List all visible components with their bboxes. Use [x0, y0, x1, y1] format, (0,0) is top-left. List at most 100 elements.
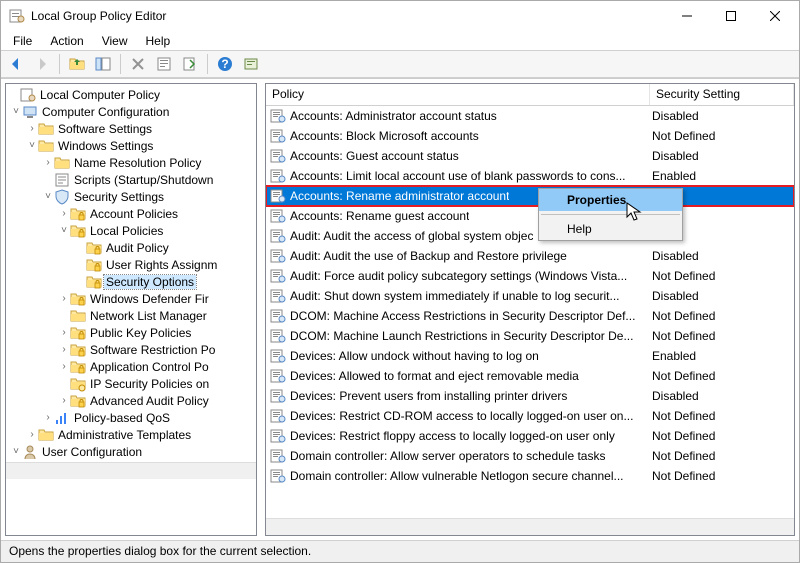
security-setting: Enabled — [652, 169, 696, 183]
folder-lock-icon — [86, 240, 102, 256]
show-hide-tree-button[interactable] — [92, 53, 114, 75]
tree-user-config[interactable]: ˅User Configuration — [6, 443, 256, 460]
tree-aap[interactable]: ›Advanced Audit Policy — [6, 392, 256, 409]
forward-button[interactable] — [31, 53, 53, 75]
up-button[interactable] — [66, 53, 88, 75]
list-row[interactable]: Accounts: Limit local account use of bla… — [266, 166, 794, 186]
list-row[interactable]: Accounts: Administrator account statusDi… — [266, 106, 794, 126]
tree-account-policies[interactable]: ›Account Policies — [6, 205, 256, 222]
tree-nrp[interactable]: ›Name Resolution Policy — [6, 154, 256, 171]
list-row[interactable]: Devices: Restrict floppy access to local… — [266, 426, 794, 446]
list-hscrollbar[interactable] — [266, 518, 794, 535]
tree-admin-templates[interactable]: ›Administrative Templates — [6, 426, 256, 443]
list-row[interactable]: Accounts: Rename guest account — [266, 206, 794, 226]
security-setting: Not Defined — [652, 269, 715, 283]
context-properties[interactable]: Properties — [539, 189, 682, 211]
close-button[interactable] — [753, 2, 797, 30]
list-row[interactable]: Accounts: Rename administrator accountat… — [266, 186, 794, 206]
statusbar: Opens the properties dialog box for the … — [1, 540, 799, 562]
tree-root[interactable]: Local Computer Policy — [6, 86, 256, 103]
list-row[interactable]: DCOM: Machine Launch Restrictions in Sec… — [266, 326, 794, 346]
maximize-button[interactable] — [709, 2, 753, 30]
policy-name: Audit: Shut down system immediately if u… — [290, 289, 620, 303]
list-row[interactable]: Accounts: Guest account statusDisabled — [266, 146, 794, 166]
policy-name: Devices: Restrict floppy access to local… — [290, 429, 615, 443]
tree-nlm[interactable]: Network List Manager — [6, 307, 256, 324]
tree-hscrollbar[interactable] — [6, 462, 256, 479]
menu-help[interactable]: Help — [138, 33, 179, 49]
folder-lock-icon — [86, 257, 102, 273]
list-row[interactable]: Devices: Restrict CD-ROM access to local… — [266, 406, 794, 426]
tree-computer-config[interactable]: ˅Computer Configuration — [6, 103, 256, 120]
list-header: Policy Security Setting — [266, 84, 794, 106]
tree-security-settings[interactable]: ˅Security Settings — [6, 188, 256, 205]
security-setting: Not Defined — [652, 409, 715, 423]
policy-item-icon — [270, 248, 286, 264]
tree-security-options[interactable]: Security Options — [6, 273, 256, 290]
back-button[interactable] — [5, 53, 27, 75]
policy-item-icon — [270, 148, 286, 164]
list-body[interactable]: Accounts: Administrator account status Di… — [266, 106, 794, 518]
properties-button[interactable] — [153, 53, 175, 75]
policy-item-icon — [270, 188, 286, 204]
list-row[interactable]: Accounts: Block Microsoft accountsNot De… — [266, 126, 794, 146]
list-row[interactable]: Audit: Audit the access of global system… — [266, 226, 794, 246]
tree-wdf[interactable]: ›Windows Defender Fir — [6, 290, 256, 307]
security-setting: Disabled — [652, 389, 699, 403]
list-row[interactable]: Devices: Allowed to format and eject rem… — [266, 366, 794, 386]
delete-button[interactable] — [127, 53, 149, 75]
policy-name: Accounts: Block Microsoft accounts — [290, 129, 479, 143]
security-setting: Not Defined — [652, 449, 715, 463]
folder-lock-icon — [70, 393, 86, 409]
tree-windows-settings[interactable]: ˅Windows Settings — [6, 137, 256, 154]
tree-acp[interactable]: ›Application Control Po — [6, 358, 256, 375]
tree-user-rights[interactable]: User Rights Assignm — [6, 256, 256, 273]
window: Local Group Policy Editor File Action Vi… — [0, 0, 800, 563]
tree-software-settings[interactable]: ›Software Settings — [6, 120, 256, 137]
tree-qos[interactable]: ›Policy-based QoS — [6, 409, 256, 426]
list-row[interactable]: Devices: Prevent users from installing p… — [266, 386, 794, 406]
tree-ipsec[interactable]: IP Security Policies on — [6, 375, 256, 392]
list-row[interactable]: Domain controller: Allow server operator… — [266, 446, 794, 466]
tree-scripts[interactable]: Scripts (Startup/Shutdown — [6, 171, 256, 188]
policy-item-icon — [270, 408, 286, 424]
list-row[interactable]: DCOM: Machine Access Restrictions in Sec… — [266, 306, 794, 326]
list-row[interactable]: Audit: Force audit policy subcategory se… — [266, 266, 794, 286]
policy-item-icon — [270, 108, 286, 124]
folder-lock-icon — [70, 291, 86, 307]
folder-lock-icon — [70, 359, 86, 375]
folder-icon — [70, 308, 86, 324]
tree-audit-policy[interactable]: Audit Policy — [6, 239, 256, 256]
policy-item-icon — [270, 368, 286, 384]
tree-pane[interactable]: Local Computer Policy ˅Computer Configur… — [5, 83, 257, 536]
policy-name: Accounts: Administrator account status — [290, 109, 497, 123]
qos-icon — [54, 410, 70, 426]
policy-name: Accounts: Guest account status — [290, 149, 459, 163]
list-row[interactable]: Domain controller: Allow vulnerable Netl… — [266, 466, 794, 486]
security-setting: Not Defined — [652, 329, 715, 343]
col-security-setting[interactable]: Security Setting — [650, 84, 794, 105]
export-button[interactable] — [179, 53, 201, 75]
minimize-button[interactable] — [665, 2, 709, 30]
tree-pkp[interactable]: ›Public Key Policies — [6, 324, 256, 341]
filter-button[interactable] — [240, 53, 262, 75]
policy-item-icon — [270, 388, 286, 404]
list-row[interactable]: Devices: Allow undock without having to … — [266, 346, 794, 366]
menu-file[interactable]: File — [5, 33, 40, 49]
list-row[interactable]: Audit: Shut down system immediately if u… — [266, 286, 794, 306]
policy-item-icon — [270, 308, 286, 324]
folder-icon — [38, 427, 54, 443]
menu-view[interactable]: View — [94, 33, 136, 49]
tree-srp[interactable]: ›Software Restriction Po — [6, 341, 256, 358]
folder-icon — [70, 376, 86, 392]
tree-local-policies[interactable]: ˅Local Policies — [6, 222, 256, 239]
help-button[interactable]: ? — [214, 53, 236, 75]
menu-action[interactable]: Action — [42, 33, 91, 49]
list-pane: Policy Security Setting Accounts: Admini… — [265, 83, 795, 536]
list-row[interactable]: Audit: Audit the use of Backup and Resto… — [266, 246, 794, 266]
context-help[interactable]: Help — [539, 218, 682, 240]
col-policy[interactable]: Policy — [266, 84, 650, 105]
policy-name: Devices: Allowed to format and eject rem… — [290, 369, 579, 383]
titlebar[interactable]: Local Group Policy Editor — [1, 1, 799, 31]
user-icon — [22, 444, 38, 460]
